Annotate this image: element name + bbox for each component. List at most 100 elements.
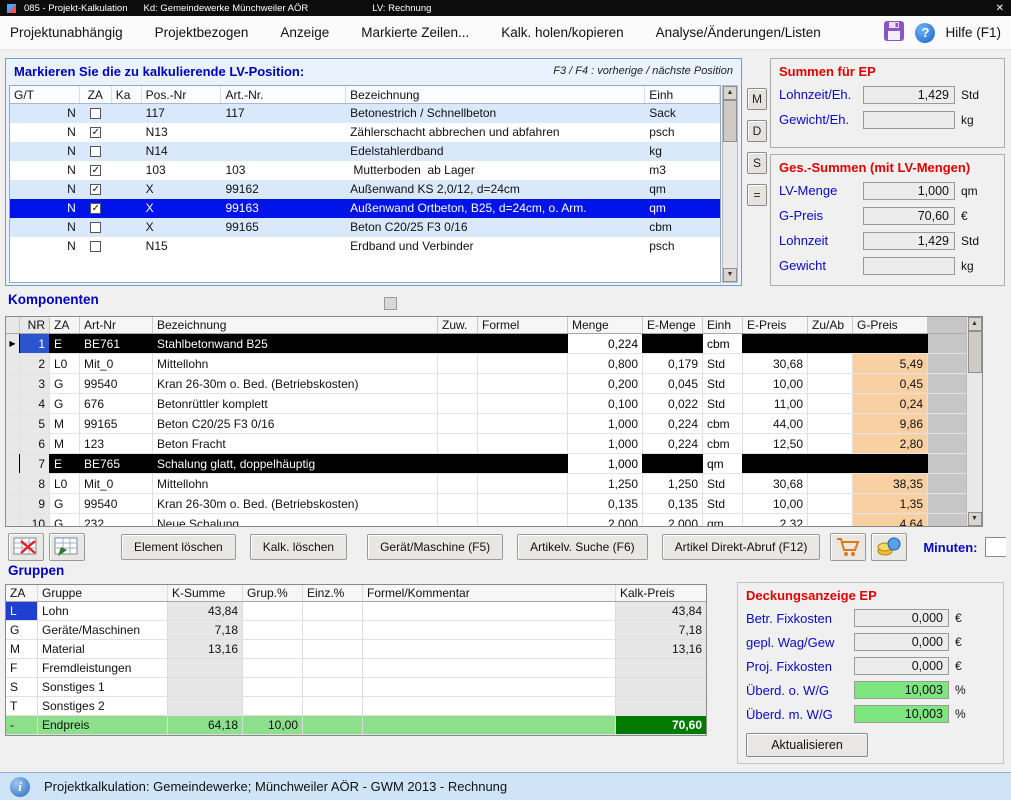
lv-row[interactable]: N✓103103 Mutterboden ab Lagerm3 [10, 161, 720, 180]
side-button-d[interactable]: D [747, 120, 767, 142]
gruppen-header-row: ZAGruppeK-SummeGrup.%Einz.%Formel/Kommen… [6, 585, 706, 602]
k-cell-bezeichnung: Mittellohn [153, 474, 438, 493]
checkbox-icon[interactable] [90, 222, 101, 233]
komponenten-row[interactable]: 8L0Mit_0Mittellohn1,2501,250Std30,6838,3… [6, 474, 982, 494]
summen-ep-fields: Lohnzeit/Eh.1,429StdGewicht/Eh.kg [771, 82, 1004, 132]
summen-ep-value[interactable]: 1,429 [863, 86, 955, 104]
komponenten-checkbox[interactable] [384, 297, 397, 310]
lv-row[interactable]: N✓N13Zählerschacht abbrechen und abfahre… [10, 123, 720, 142]
komponenten-row[interactable]: ▶1EBE761Stahlbetonwand B250,224cbm [6, 334, 982, 354]
side-button-equals[interactable]: = [747, 184, 767, 206]
scroll-down-icon[interactable]: ▼ [723, 268, 737, 282]
gruppen-row[interactable]: TSonstiges 2 [6, 697, 706, 716]
g-cell-formel [363, 621, 616, 639]
menu-item-2[interactable]: Anzeige [280, 25, 329, 40]
komponenten-row[interactable]: 9G99540Kran 26-30m o. Bed. (Betriebskost… [6, 494, 982, 514]
ges-summen-value[interactable] [863, 257, 955, 275]
artikel-suche-button[interactable]: Artikelv. Suche (F6) [517, 534, 647, 560]
gruppen-row[interactable]: LLohn43,8443,84 [6, 602, 706, 621]
delete-table-icon-button[interactable] [8, 533, 44, 561]
menu-item-1[interactable]: Projektbezogen [155, 25, 249, 40]
deckung-value[interactable]: 0,000 [854, 609, 949, 627]
row-indicator [6, 414, 20, 433]
g-cell-za: L [6, 602, 38, 620]
komponenten-row[interactable]: 4G676Betonrüttler komplett0,1000,022Std1… [6, 394, 982, 414]
summen-ep-value[interactable] [863, 111, 955, 129]
checkbox-checked-icon[interactable]: ✓ [90, 184, 101, 195]
cart-icon-button[interactable] [830, 533, 866, 561]
scroll-down-icon[interactable]: ▼ [968, 512, 982, 526]
checkbox-icon[interactable] [90, 146, 101, 157]
menu-item-4[interactable]: Kalk. holen/kopieren [501, 25, 623, 40]
deckung-value[interactable]: 10,003 [854, 705, 949, 723]
k-cell-gpreis: 0,45 [853, 374, 928, 393]
ges-summen-value[interactable]: 1,000 [863, 182, 955, 200]
artikel-direkt-abruf-button[interactable]: Artikel Direkt-Abruf (F12) [662, 534, 821, 560]
kalk-loeschen-button[interactable]: Kalk. löschen [250, 534, 347, 560]
lv-scrollbar[interactable]: ▲ ▼ [722, 85, 738, 283]
lv-row[interactable]: NX99165Beton C20/25 F3 0/16cbm [10, 218, 720, 237]
k-cell-emenge: 1,250 [643, 474, 703, 493]
lv-row[interactable]: N✓X99162Außenwand KS 2,0/12, d=24cmqm [10, 180, 720, 199]
gruppen-row[interactable]: MMaterial13,1613,16 [6, 640, 706, 659]
komponenten-row[interactable]: 10G232Neue Schalung2,0002,000qm2,324,64 [6, 514, 982, 527]
komponenten-scrollbar[interactable]: ▲ ▼ [966, 317, 982, 526]
menu-item-0[interactable]: Projektunabhängig [10, 25, 123, 40]
lv-cell-pos: 103 [142, 161, 222, 180]
lv-row[interactable]: N✓X99163Außenwand Ortbeton, B25, d=24cm,… [10, 199, 720, 218]
lv-row[interactable]: N117117Betonestrich / SchnellbetonSack [10, 104, 720, 123]
close-icon[interactable]: ✕ [996, 3, 1004, 14]
checkbox-checked-icon[interactable]: ✓ [90, 203, 101, 214]
komponenten-row[interactable]: 3G99540Kran 26-30m o. Bed. (Betriebskost… [6, 374, 982, 394]
gruppen-row[interactable]: SSonstiges 1 [6, 678, 706, 697]
scroll-thumb[interactable] [968, 331, 982, 373]
komponenten-row[interactable]: 5M99165Beton C20/25 F3 0/161,0000,224cbm… [6, 414, 982, 434]
ges-summen-value[interactable]: 1,429 [863, 232, 955, 250]
deckung-value[interactable]: 0,000 [854, 657, 949, 675]
summen-ep-unit: Std [961, 88, 979, 102]
scroll-up-icon[interactable]: ▲ [723, 86, 737, 100]
g-cell-formel [363, 697, 616, 715]
element-loeschen-button[interactable]: Element löschen [121, 534, 236, 560]
deckung-label: Überd. o. W/G [746, 683, 854, 698]
summen-ep-title: Summen für EP [771, 59, 1004, 82]
minuten-input[interactable]: ---- [985, 537, 1006, 557]
lv-row[interactable]: NN14Edelstahlerdbandkg [10, 142, 720, 161]
help-icon[interactable]: ? [915, 23, 935, 43]
checkbox-icon[interactable] [90, 241, 101, 252]
side-button-m[interactable]: M [747, 88, 767, 110]
k-cell-menge: 2,000 [568, 514, 643, 527]
gruppen-row[interactable]: GGeräte/Maschinen7,187,18 [6, 621, 706, 640]
lv-cell-gt: N [10, 161, 80, 180]
scroll-up-icon[interactable]: ▲ [968, 317, 982, 331]
help-label[interactable]: Hilfe (F1) [945, 25, 1001, 40]
g-cell-einz [303, 716, 363, 734]
ges-summen-value[interactable]: 70,60 [863, 207, 955, 225]
menu-item-5[interactable]: Analyse/Änderungen/Listen [656, 25, 821, 40]
g-cell-kalkpreis: 7,18 [616, 621, 706, 639]
lv-row[interactable]: NN15Erdband und Verbinderpsch [10, 237, 720, 256]
g-cell-einz [303, 659, 363, 677]
coins-icon-button[interactable] [871, 533, 907, 561]
gruppen-row[interactable]: FFremdleistungen [6, 659, 706, 678]
komponenten-row[interactable]: 6M123Beton Fracht1,0000,224cbm12,502,80 [6, 434, 982, 454]
edit-table-icon-button[interactable] [49, 533, 85, 561]
aktualisieren-button[interactable]: Aktualisieren [746, 733, 868, 757]
checkbox-checked-icon[interactable]: ✓ [90, 127, 101, 138]
save-icon[interactable] [883, 20, 905, 45]
menu-item-3[interactable]: Markierte Zeilen... [361, 25, 469, 40]
ges-summen-fields: LV-Menge1,000qmG-Preis70,60€Lohnzeit1,42… [771, 178, 1004, 278]
deckung-value[interactable]: 0,000 [854, 633, 949, 651]
k-cell-epreis: 11,00 [743, 394, 808, 413]
scroll-thumb[interactable] [723, 100, 737, 142]
deckung-value[interactable]: 10,003 [854, 681, 949, 699]
geraet-maschine-button[interactable]: Gerät/Maschine (F5) [367, 534, 503, 560]
komponenten-row[interactable]: 2L0Mit_0Mittellohn0,8000,179Std30,685,49 [6, 354, 982, 374]
lv-column-header: Pos.-Nr [142, 86, 222, 103]
side-button-s[interactable]: S [747, 152, 767, 174]
window-title: 085 - Projekt-Kalkulation [24, 3, 128, 14]
checkbox-icon[interactable] [90, 108, 101, 119]
komponenten-row[interactable]: 7EBE765Schalung glatt, doppelhäuptig1,00… [6, 454, 982, 474]
gruppen-row[interactable]: -Endpreis64,1810,0070,60 [6, 716, 706, 735]
checkbox-checked-icon[interactable]: ✓ [90, 165, 101, 176]
